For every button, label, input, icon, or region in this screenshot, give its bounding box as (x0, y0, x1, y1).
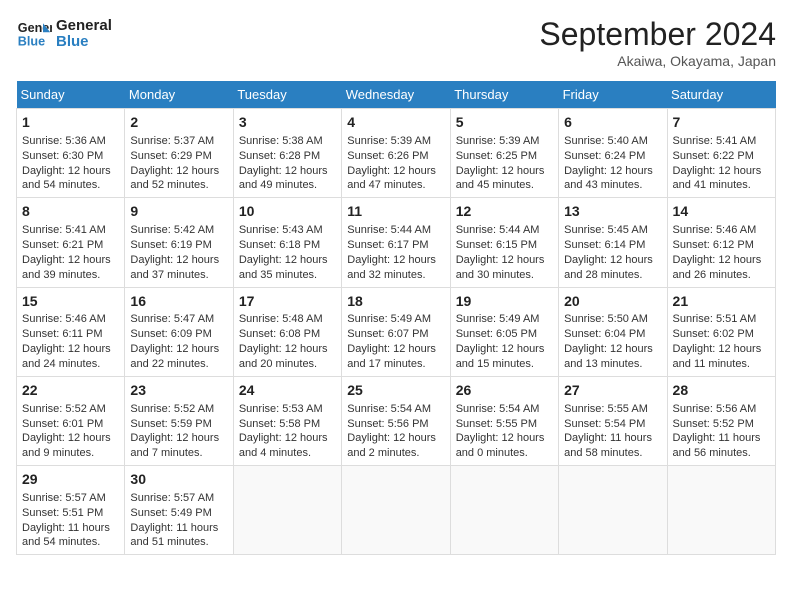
logo: General Blue General Blue (16, 16, 112, 52)
logo-line2: Blue (56, 34, 112, 51)
day-number: 13 (564, 202, 661, 221)
day-number: 6 (564, 113, 661, 132)
day-number: 27 (564, 381, 661, 400)
page-header: General Blue General Blue September 2024… (16, 16, 776, 69)
day-number: 5 (456, 113, 553, 132)
logo-icon: General Blue (16, 16, 52, 52)
table-row: 4Sunrise: 5:39 AMSunset: 6:26 PMDaylight… (342, 109, 450, 198)
day-number: 20 (564, 292, 661, 311)
header-sunday: Sunday (17, 81, 125, 109)
table-row (233, 466, 341, 555)
table-row: 13Sunrise: 5:45 AMSunset: 6:14 PMDayligh… (559, 198, 667, 287)
header-tuesday: Tuesday (233, 81, 341, 109)
table-row: 14Sunrise: 5:46 AMSunset: 6:12 PMDayligh… (667, 198, 775, 287)
table-row: 16Sunrise: 5:47 AMSunset: 6:09 PMDayligh… (125, 287, 233, 376)
table-row (342, 466, 450, 555)
header-monday: Monday (125, 81, 233, 109)
day-number: 3 (239, 113, 336, 132)
day-number: 1 (22, 113, 119, 132)
day-number: 29 (22, 470, 119, 489)
day-number: 14 (673, 202, 770, 221)
header-wednesday: Wednesday (342, 81, 450, 109)
table-row: 27Sunrise: 5:55 AMSunset: 5:54 PMDayligh… (559, 376, 667, 465)
calendar-table: Sunday Monday Tuesday Wednesday Thursday… (16, 81, 776, 555)
title-block: September 2024 Akaiwa, Okayama, Japan (539, 16, 776, 69)
table-row: 5Sunrise: 5:39 AMSunset: 6:25 PMDaylight… (450, 109, 558, 198)
table-row: 21Sunrise: 5:51 AMSunset: 6:02 PMDayligh… (667, 287, 775, 376)
day-number: 19 (456, 292, 553, 311)
table-row (559, 466, 667, 555)
table-row: 18Sunrise: 5:49 AMSunset: 6:07 PMDayligh… (342, 287, 450, 376)
day-number: 8 (22, 202, 119, 221)
day-number: 12 (456, 202, 553, 221)
day-number: 26 (456, 381, 553, 400)
day-number: 15 (22, 292, 119, 311)
header-thursday: Thursday (450, 81, 558, 109)
table-row: 19Sunrise: 5:49 AMSunset: 6:05 PMDayligh… (450, 287, 558, 376)
table-row: 24Sunrise: 5:53 AMSunset: 5:58 PMDayligh… (233, 376, 341, 465)
day-number: 17 (239, 292, 336, 311)
table-row: 23Sunrise: 5:52 AMSunset: 5:59 PMDayligh… (125, 376, 233, 465)
table-row: 2Sunrise: 5:37 AMSunset: 6:29 PMDaylight… (125, 109, 233, 198)
calendar-header: Sunday Monday Tuesday Wednesday Thursday… (17, 81, 776, 109)
location: Akaiwa, Okayama, Japan (539, 53, 776, 69)
month-title: September 2024 (539, 16, 776, 53)
table-row: 8Sunrise: 5:41 AMSunset: 6:21 PMDaylight… (17, 198, 125, 287)
day-number: 21 (673, 292, 770, 311)
table-row: 12Sunrise: 5:44 AMSunset: 6:15 PMDayligh… (450, 198, 558, 287)
table-row: 20Sunrise: 5:50 AMSunset: 6:04 PMDayligh… (559, 287, 667, 376)
table-row: 22Sunrise: 5:52 AMSunset: 6:01 PMDayligh… (17, 376, 125, 465)
day-number: 9 (130, 202, 227, 221)
calendar-body: 1Sunrise: 5:36 AMSunset: 6:30 PMDaylight… (17, 109, 776, 555)
day-number: 23 (130, 381, 227, 400)
table-row: 15Sunrise: 5:46 AMSunset: 6:11 PMDayligh… (17, 287, 125, 376)
logo-line1: General (56, 18, 112, 35)
day-number: 10 (239, 202, 336, 221)
table-row: 17Sunrise: 5:48 AMSunset: 6:08 PMDayligh… (233, 287, 341, 376)
day-number: 2 (130, 113, 227, 132)
table-row: 1Sunrise: 5:36 AMSunset: 6:30 PMDaylight… (17, 109, 125, 198)
svg-text:Blue: Blue (18, 35, 45, 49)
day-number: 25 (347, 381, 444, 400)
table-row: 25Sunrise: 5:54 AMSunset: 5:56 PMDayligh… (342, 376, 450, 465)
table-row: 29Sunrise: 5:57 AMSunset: 5:51 PMDayligh… (17, 466, 125, 555)
table-row (667, 466, 775, 555)
table-row: 30Sunrise: 5:57 AMSunset: 5:49 PMDayligh… (125, 466, 233, 555)
day-number: 11 (347, 202, 444, 221)
table-row (450, 466, 558, 555)
day-number: 28 (673, 381, 770, 400)
table-row: 10Sunrise: 5:43 AMSunset: 6:18 PMDayligh… (233, 198, 341, 287)
day-number: 22 (22, 381, 119, 400)
day-number: 24 (239, 381, 336, 400)
day-number: 7 (673, 113, 770, 132)
table-row: 7Sunrise: 5:41 AMSunset: 6:22 PMDaylight… (667, 109, 775, 198)
day-number: 4 (347, 113, 444, 132)
table-row: 9Sunrise: 5:42 AMSunset: 6:19 PMDaylight… (125, 198, 233, 287)
table-row: 26Sunrise: 5:54 AMSunset: 5:55 PMDayligh… (450, 376, 558, 465)
day-number: 18 (347, 292, 444, 311)
day-number: 16 (130, 292, 227, 311)
table-row: 3Sunrise: 5:38 AMSunset: 6:28 PMDaylight… (233, 109, 341, 198)
day-number: 30 (130, 470, 227, 489)
table-row: 28Sunrise: 5:56 AMSunset: 5:52 PMDayligh… (667, 376, 775, 465)
header-friday: Friday (559, 81, 667, 109)
table-row: 6Sunrise: 5:40 AMSunset: 6:24 PMDaylight… (559, 109, 667, 198)
header-saturday: Saturday (667, 81, 775, 109)
table-row: 11Sunrise: 5:44 AMSunset: 6:17 PMDayligh… (342, 198, 450, 287)
